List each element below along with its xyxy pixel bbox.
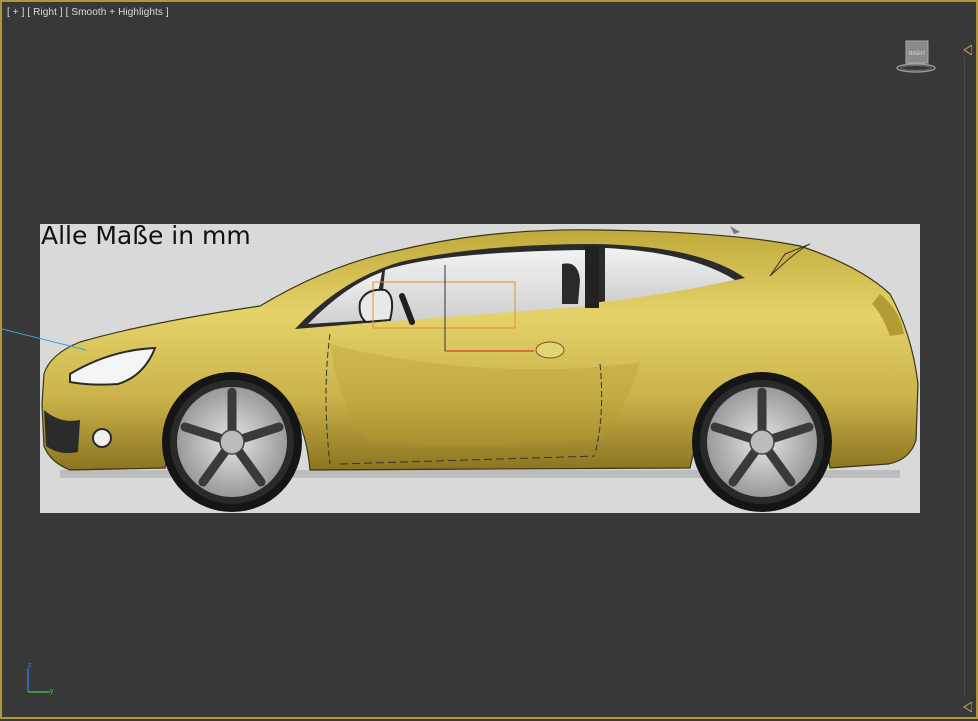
car-side-view-image: [41, 226, 919, 512]
viewcube-icon[interactable]: RIGHT: [895, 39, 937, 75]
viewport-point-of-view[interactable]: [ Right ]: [27, 7, 62, 18]
viewport-label: [ + ] [ Right ] [ Smooth + Highlights ]: [7, 7, 169, 18]
right-viewport[interactable]: [ + ] [ Right ] [ Smooth + Highlights ] …: [0, 0, 978, 719]
viewport-right-track: [964, 57, 965, 697]
edge-marker-icon: [963, 42, 973, 56]
axis-y-label: y: [50, 688, 54, 695]
viewport-menu-plus[interactable]: [ + ]: [7, 7, 24, 18]
axis-z-label: z: [28, 662, 32, 669]
reference-caption: Alle Maße in mm: [41, 224, 251, 250]
axis-tripod-icon: z y: [22, 660, 62, 700]
edge-marker-icon: [963, 699, 973, 713]
reference-image-plane[interactable]: Alle Maße in mm: [40, 224, 920, 513]
viewcube-face-label: RIGHT: [908, 51, 926, 57]
viewport-shading-mode[interactable]: [ Smooth + Highlights ]: [66, 7, 169, 18]
